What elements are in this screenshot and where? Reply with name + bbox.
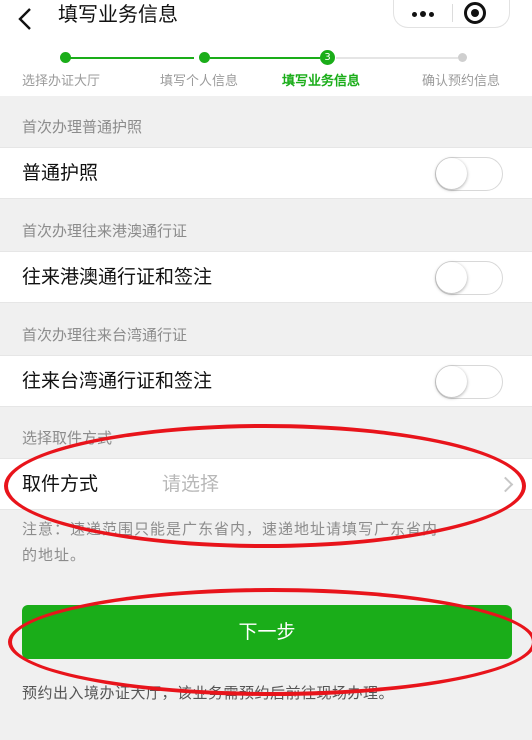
cell-taiwan: 往来台湾通行证和签注 [0, 355, 532, 407]
section-header-passport: 首次办理普通护照 [22, 118, 143, 136]
step-label-3: 填写业务信息 [282, 74, 361, 89]
page-title: 填写业务信息 [58, 2, 178, 26]
nav-bar: 填写业务信息 [0, 0, 532, 40]
toggle-knob [436, 262, 467, 293]
footer-note: 预约出入境办证大厅，该业务需预约后前往现场办理。 [22, 684, 395, 702]
cell-passport: 普通护照 [0, 147, 532, 199]
cell-label-passport: 普通护照 [22, 162, 99, 184]
toggle-passport[interactable] [435, 157, 503, 191]
delivery-note: 注意：速递范围只能是广东省内，速递地址请填写广东省内 的地址。 [22, 516, 512, 568]
delivery-note-line2: 的地址。 [22, 546, 87, 564]
step-dot-1 [60, 52, 71, 63]
step-connector-3 [336, 57, 458, 59]
mini-program-capsule [393, 0, 510, 28]
next-step-button[interactable]: 下一步 [22, 605, 512, 659]
step-dot-3-current: 3 [320, 50, 335, 65]
section-header-hk-macau: 首次办理往来港澳通行证 [22, 222, 188, 240]
cell-label-pickup: 取件方式 [22, 473, 99, 495]
toggle-taiwan[interactable] [435, 365, 503, 399]
close-button[interactable] [464, 2, 486, 24]
step-label-1: 选择办证大厅 [22, 74, 101, 89]
cell-label-hk-macau: 往来港澳通行证和签注 [22, 266, 213, 288]
step-label-4: 确认预约信息 [422, 74, 501, 89]
step-connector-1 [70, 57, 194, 59]
step-connector-2 [210, 57, 320, 59]
more-dots-icon [412, 11, 434, 17]
step-dot-2 [199, 52, 210, 63]
chevron-left-icon [18, 8, 31, 30]
step-label-2: 填写个人信息 [160, 74, 239, 89]
cell-hk-macau: 往来港澳通行证和签注 [0, 251, 532, 303]
cell-label-taiwan: 往来台湾通行证和签注 [22, 370, 213, 392]
step-dot-4 [458, 53, 467, 62]
toggle-knob [436, 366, 467, 397]
back-button[interactable] [18, 3, 32, 33]
delivery-note-line1: 注意：速递范围只能是广东省内，速递地址请填写广东省内 [22, 520, 439, 538]
section-header-pickup: 选择取件方式 [22, 429, 113, 447]
toggle-knob [436, 158, 467, 189]
more-button[interactable] [394, 0, 452, 28]
capsule-divider [452, 4, 453, 22]
pickup-picker[interactable]: 请选择 [162, 472, 219, 496]
toggle-hk-macau[interactable] [435, 261, 503, 295]
chevron-right-icon [497, 476, 514, 493]
cell-pickup-method[interactable]: 取件方式 请选择 [0, 458, 532, 510]
section-header-taiwan: 首次办理往来台湾通行证 [22, 326, 188, 344]
